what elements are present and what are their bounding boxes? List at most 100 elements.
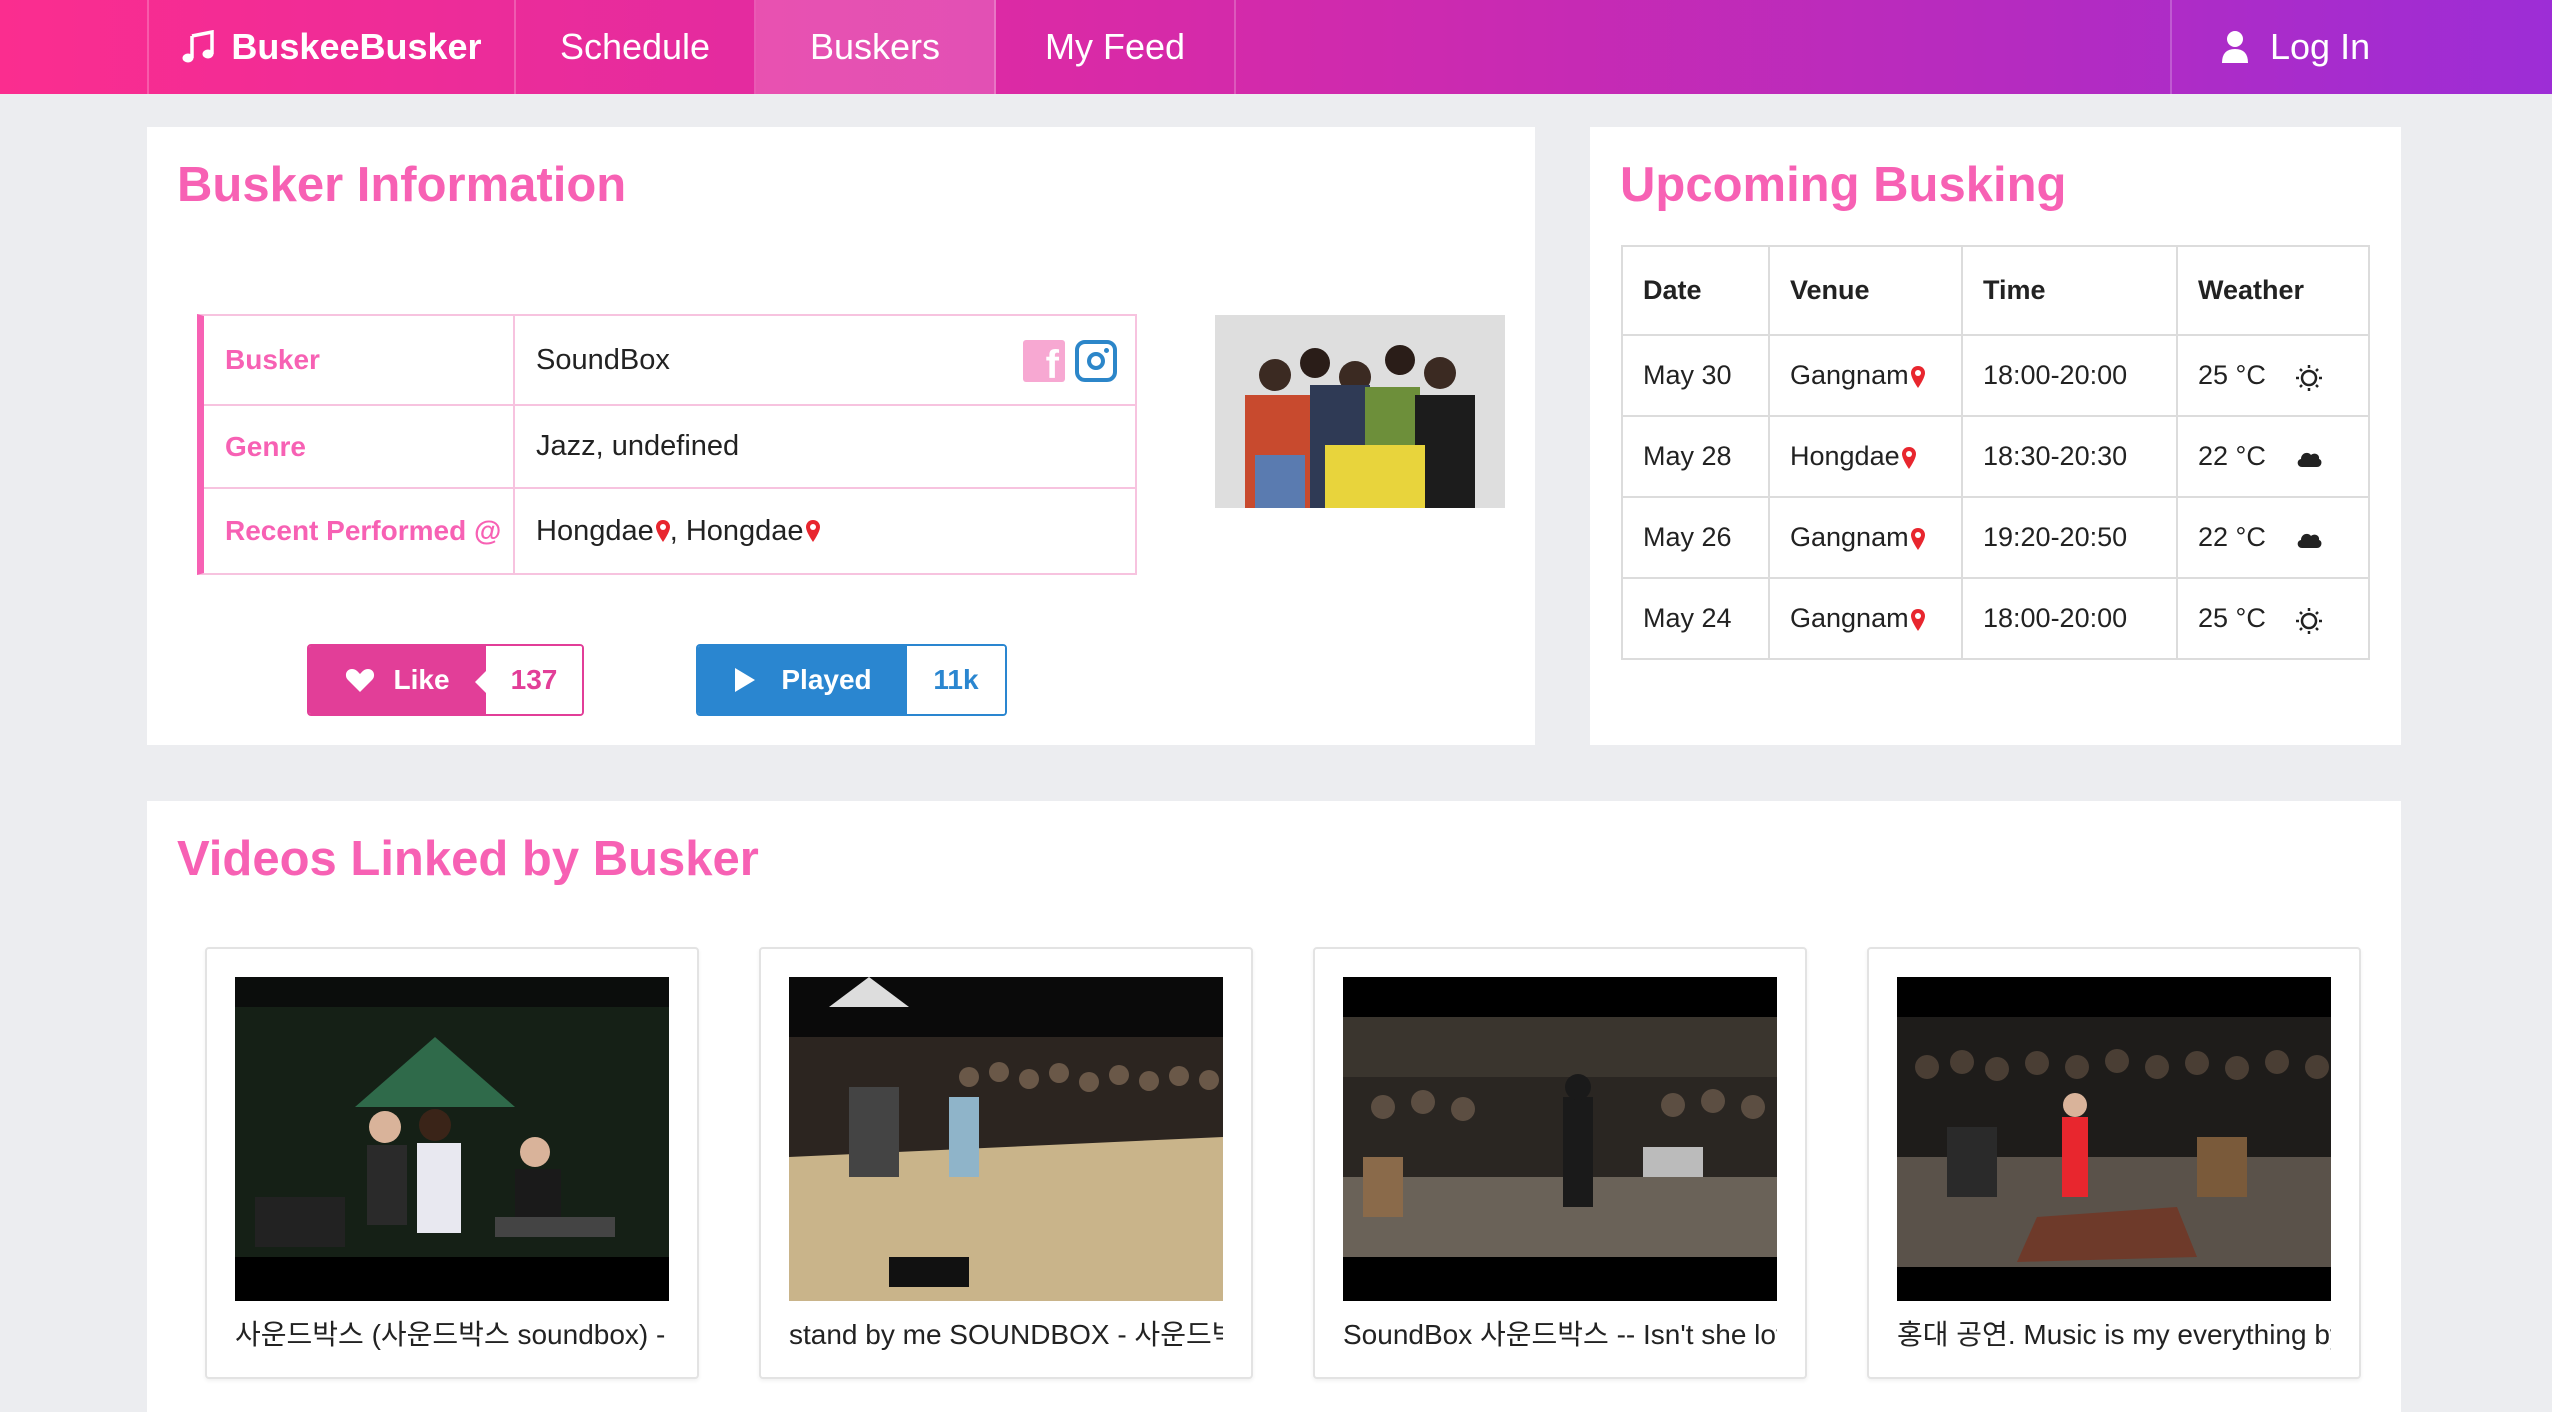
info-row-genre: Genre Jazz, undefined bbox=[204, 406, 1135, 489]
brand-name: BuskeeBusker bbox=[231, 26, 482, 67]
venue-name: Gangnam bbox=[1790, 522, 1909, 552]
map-pin-icon bbox=[655, 520, 670, 542]
table-row: May 28 Hongdae 18:30-20:30 22 °C bbox=[1621, 415, 2370, 498]
time-cell: 18:00-20:00 bbox=[1961, 334, 2178, 417]
venue-link[interactable]: Hongdae bbox=[536, 515, 654, 548]
top-navbar: BuskeeBusker Schedule Buskers My Feed Lo… bbox=[0, 0, 2552, 94]
weather-cell: 25 °C bbox=[2176, 577, 2370, 660]
login-button[interactable]: Log In bbox=[2170, 0, 2552, 94]
video-title[interactable]: 사운드박스 (사운드박스 soundbox) - le bbox=[235, 1313, 669, 1353]
venue-separator: , bbox=[669, 514, 686, 547]
videos-title: Videos Linked by Busker bbox=[177, 832, 759, 886]
venue-cell[interactable]: Gangnam bbox=[1768, 496, 1963, 579]
time-cell: 18:00-20:00 bbox=[1961, 577, 2178, 660]
info-label: Busker bbox=[204, 316, 515, 404]
video-title[interactable]: 홍대 공연. Music is my everything by bbox=[1897, 1313, 2331, 1353]
played-button[interactable]: Played 11k bbox=[696, 644, 1007, 716]
column-header: Weather bbox=[2176, 245, 2370, 336]
date-cell: May 28 bbox=[1621, 415, 1770, 498]
nav-my-feed[interactable]: My Feed bbox=[996, 0, 1236, 94]
info-row-busker: Busker SoundBox bbox=[204, 316, 1135, 406]
video-thumbnail[interactable] bbox=[1897, 977, 2331, 1301]
date-cell: May 26 bbox=[1621, 496, 1770, 579]
like-count: 137 bbox=[486, 646, 582, 714]
weather-cell: 22 °C bbox=[2176, 415, 2370, 498]
video-title[interactable]: stand by me SOUNDBOX - 사운드박: bbox=[789, 1313, 1223, 1353]
cloud-icon bbox=[2297, 452, 2322, 467]
videos-panel: Videos Linked by Busker 사운드박스 (사운드박스 sou… bbox=[147, 801, 2401, 1412]
map-pin-icon bbox=[1910, 365, 1925, 388]
venue-cell[interactable]: Gangnam bbox=[1768, 577, 1963, 660]
played-count: 11k bbox=[907, 646, 1005, 714]
date-cell: May 30 bbox=[1621, 334, 1770, 417]
recent-venues: Hongdae , Hongdae bbox=[515, 489, 1135, 573]
venue-name: Gangnam bbox=[1790, 603, 1909, 633]
social-links bbox=[1023, 340, 1117, 388]
video-card[interactable]: stand by me SOUNDBOX - 사운드박: bbox=[759, 947, 1253, 1379]
table-header-row: Date Venue Time Weather bbox=[1621, 245, 2370, 336]
venue-name: Gangnam bbox=[1790, 360, 1909, 390]
date-cell: May 24 bbox=[1621, 577, 1770, 660]
video-thumbnail[interactable] bbox=[789, 977, 1223, 1301]
played-label: Played bbox=[781, 664, 872, 695]
played-main: Played bbox=[698, 646, 907, 714]
video-card[interactable]: 홍대 공연. Music is my everything by bbox=[1867, 947, 2361, 1379]
nav-schedule[interactable]: Schedule bbox=[516, 0, 756, 94]
user-icon bbox=[2222, 31, 2248, 63]
busker-info-title: Busker Information bbox=[177, 158, 627, 212]
upcoming-table: Date Venue Time Weather May 30 Gangnam 1… bbox=[1621, 245, 2370, 660]
time-cell: 19:20-20:50 bbox=[1961, 496, 2178, 579]
instagram-icon[interactable] bbox=[1075, 340, 1117, 382]
info-label: Recent Performed @ bbox=[204, 489, 515, 573]
map-pin-icon bbox=[805, 520, 820, 542]
table-row: May 24 Gangnam 18:00-20:00 25 °C bbox=[1621, 577, 2370, 660]
time-cell: 18:30-20:30 bbox=[1961, 415, 2178, 498]
column-header: Date bbox=[1621, 245, 1770, 336]
info-value: SoundBox bbox=[515, 316, 1135, 404]
music-note-icon bbox=[182, 30, 215, 63]
column-header: Venue bbox=[1768, 245, 1963, 336]
like-label: Like bbox=[393, 664, 450, 695]
like-main: Like bbox=[309, 646, 487, 714]
upcoming-title: Upcoming Busking bbox=[1620, 158, 2067, 212]
map-pin-icon bbox=[1901, 446, 1916, 469]
weather-cell: 22 °C bbox=[2176, 496, 2370, 579]
video-thumbnail[interactable] bbox=[235, 977, 669, 1301]
video-title[interactable]: SoundBox 사운드박스 -- Isn't she love bbox=[1343, 1313, 1777, 1353]
nav-buskers[interactable]: Buskers bbox=[756, 0, 996, 94]
genre-value: Jazz, undefined bbox=[536, 430, 740, 462]
map-pin-icon bbox=[1910, 608, 1925, 631]
video-thumbnail[interactable] bbox=[1343, 977, 1777, 1301]
temperature: 22 °C bbox=[2198, 522, 2266, 552]
sun-icon bbox=[2296, 365, 2322, 391]
busker-info-table: Busker SoundBox Genre Jazz, undefined Re… bbox=[197, 314, 1137, 575]
upcoming-busking-panel: Upcoming Busking Date Venue Time Weather… bbox=[1590, 127, 2401, 745]
busker-info-panel: Busker Information Busker SoundBox Genre… bbox=[147, 127, 1535, 745]
busker-photo bbox=[1215, 315, 1505, 508]
info-label: Genre bbox=[204, 406, 515, 487]
heart-icon bbox=[346, 669, 375, 692]
table-row: May 30 Gangnam 18:00-20:00 25 °C bbox=[1621, 334, 2370, 417]
temperature: 22 °C bbox=[2198, 441, 2266, 471]
info-row-recent: Recent Performed @ Hongdae , Hongdae bbox=[204, 489, 1135, 573]
busker-name: SoundBox bbox=[536, 343, 670, 376]
like-button[interactable]: Like 137 bbox=[307, 644, 584, 716]
play-icon bbox=[735, 668, 756, 692]
weather-cell: 25 °C bbox=[2176, 334, 2370, 417]
login-label: Log In bbox=[2270, 26, 2371, 67]
temperature: 25 °C bbox=[2198, 360, 2266, 390]
video-card[interactable]: 사운드박스 (사운드박스 soundbox) - le bbox=[205, 947, 699, 1379]
venue-link[interactable]: Hongdae bbox=[686, 515, 804, 548]
map-pin-icon bbox=[1910, 527, 1925, 550]
sun-icon bbox=[2296, 608, 2322, 634]
video-card[interactable]: SoundBox 사운드박스 -- Isn't she love bbox=[1313, 947, 1807, 1379]
column-header: Time bbox=[1961, 245, 2178, 336]
venue-name: Hongdae bbox=[1790, 441, 1900, 471]
temperature: 25 °C bbox=[2198, 603, 2266, 633]
table-row: May 26 Gangnam 19:20-20:50 22 °C bbox=[1621, 496, 2370, 579]
venue-cell[interactable]: Gangnam bbox=[1768, 334, 1963, 417]
facebook-icon[interactable] bbox=[1023, 340, 1065, 388]
venue-cell[interactable]: Hongdae bbox=[1768, 415, 1963, 498]
cloud-icon bbox=[2297, 533, 2322, 548]
brand-link[interactable]: BuskeeBusker bbox=[147, 0, 516, 94]
